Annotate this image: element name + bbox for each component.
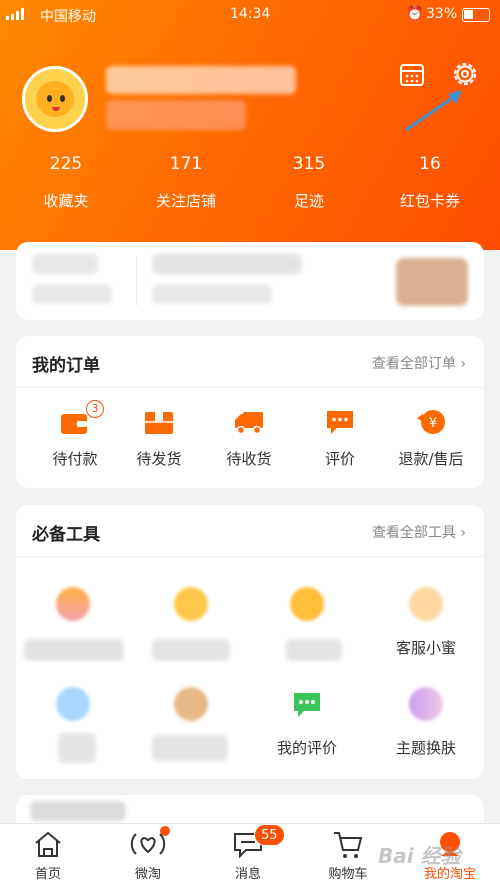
order-review[interactable]: 评价: [295, 408, 385, 469]
order-label: 待付款: [52, 450, 98, 468]
order-pending-payment[interactable]: 3 待付款: [30, 400, 120, 469]
avatar[interactable]: [22, 66, 88, 132]
tools-header: 必备工具 查看全部工具 ›: [16, 505, 484, 557]
order-label: 退款/售后: [398, 450, 464, 468]
stat-footprints[interactable]: 315 足迹: [259, 154, 359, 211]
tool-label-blurred: [286, 639, 342, 661]
battery-icon: [462, 8, 490, 22]
pending-payment-badge: 3: [86, 400, 104, 418]
membership-image-blurred: [396, 258, 468, 306]
orders-header: 我的订单 查看全部订单 ›: [16, 336, 484, 388]
tools-card: 必备工具 查看全部工具 › 客服小蜜 我的评价 主题换肤: [16, 505, 484, 779]
order-label: 待收货: [226, 450, 272, 468]
stat-value: 315: [292, 154, 326, 174]
stat-value: 171: [169, 154, 203, 174]
order-refund[interactable]: ¥ 退款/售后: [386, 408, 476, 469]
tab-home[interactable]: 首页: [8, 830, 88, 882]
refund-icon: ¥: [417, 410, 445, 434]
membership-blurred: [152, 254, 302, 274]
home-icon: [35, 831, 61, 857]
tool-theme-skin[interactable]: 主题换肤: [371, 687, 481, 757]
tool-label-blurred: [152, 639, 230, 661]
signal-icon: [6, 8, 24, 20]
tool-customer-service[interactable]: 客服小蜜: [371, 587, 481, 657]
tab-label: 消息: [234, 867, 261, 882]
tool-icon: [174, 587, 208, 621]
wallet-icon: [61, 414, 87, 434]
tool-my-reviews[interactable]: 我的评价: [252, 687, 362, 757]
tool-label-blurred: [152, 735, 228, 761]
tool-item[interactable]: [136, 587, 246, 661]
tool-label-blurred: [58, 733, 96, 763]
weitao-dot: [160, 826, 170, 836]
annotation-arrow: [405, 90, 462, 132]
tool-label: 主题换肤: [395, 739, 456, 757]
tab-label: 首页: [34, 867, 61, 882]
gear-icon[interactable]: [451, 60, 479, 88]
orders-card: 我的订单 查看全部订单 › 3 待付款 待发货 待收货 评价 ¥ 退款/售后: [16, 336, 484, 488]
stat-label: 足迹: [293, 192, 324, 210]
order-label: 待发货: [136, 450, 182, 468]
tool-icon: [174, 687, 208, 721]
comment-icon: [327, 411, 353, 434]
membership-blurred: [152, 284, 272, 304]
truck-icon: [235, 412, 263, 435]
theme-icon: [409, 687, 443, 721]
tool-label-blurred: [24, 639, 124, 661]
stat-label: 红包卡券: [399, 192, 460, 210]
orders-title: 我的订单: [32, 356, 100, 376]
avatar-duck: [36, 81, 74, 117]
section-title-blurred: [30, 801, 126, 821]
avatar-eye: [47, 95, 52, 102]
membership-blurred: [32, 254, 98, 274]
tab-label: 微淘: [134, 867, 161, 882]
carrier-name: 中国移动: [40, 9, 96, 25]
package-icon: [145, 412, 173, 434]
stat-followed-shops[interactable]: 171 关注店铺: [136, 154, 236, 211]
order-pending-receipt[interactable]: 待收货: [204, 408, 294, 469]
tool-item[interactable]: [18, 587, 128, 661]
tools-title: 必备工具: [32, 525, 100, 545]
status-bar: 中国移动 14:34 ⏰ 33%: [0, 0, 500, 30]
divider: [136, 256, 137, 306]
tool-item[interactable]: [252, 587, 362, 661]
membership-card[interactable]: [16, 242, 484, 320]
battery-percent: 33%: [426, 6, 458, 22]
tool-label: 客服小蜜: [395, 639, 456, 657]
stat-value: 16: [419, 154, 441, 174]
stat-favorites[interactable]: 225 收藏夹: [16, 154, 116, 211]
tool-icon: [290, 587, 324, 621]
membership-blurred: [32, 284, 112, 304]
calendar-icon[interactable]: [398, 60, 426, 88]
stat-label: 关注店铺: [155, 192, 216, 210]
messages-badge: 55: [254, 824, 285, 846]
tab-label: 购物车: [328, 867, 368, 882]
cart-icon: [334, 832, 363, 858]
view-all-tools-link[interactable]: 查看全部工具 ›: [372, 522, 466, 542]
watermark: Bai 经验: [378, 844, 461, 868]
svg-text:¥: ¥: [429, 416, 437, 431]
avatar-eye: [60, 95, 65, 102]
tool-label: 我的评价: [276, 739, 337, 757]
stat-label: 收藏夹: [43, 192, 89, 210]
tab-cart[interactable]: 购物车: [308, 830, 388, 882]
status-time: 14:34: [230, 6, 271, 22]
tool-item[interactable]: [18, 687, 128, 763]
stat-value: 225: [49, 154, 83, 174]
service-icon: [409, 587, 443, 621]
user-level-blurred[interactable]: [106, 100, 246, 130]
stat-coupons[interactable]: 16 红包卡券: [380, 154, 480, 211]
order-label: 评价: [324, 450, 355, 468]
tool-icon: [56, 587, 90, 621]
tool-item[interactable]: [136, 687, 246, 761]
view-all-orders-link[interactable]: 查看全部订单 ›: [372, 353, 466, 373]
my-review-icon: [294, 693, 320, 717]
order-pending-shipment[interactable]: 待发货: [114, 408, 204, 469]
tool-icon: [56, 687, 90, 721]
alarm-icon: ⏰: [406, 6, 424, 22]
tab-weitao[interactable]: 微淘: [108, 826, 188, 882]
username-blurred[interactable]: [106, 66, 296, 94]
tab-messages[interactable]: 55 消息: [208, 824, 288, 882]
